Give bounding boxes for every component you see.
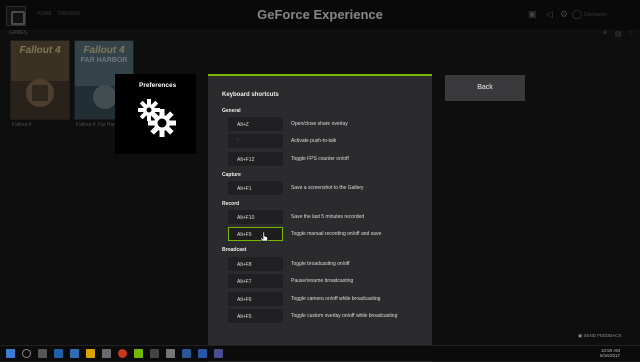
word-icon[interactable] [198, 349, 207, 358]
app-icon[interactable] [214, 349, 223, 358]
shortcut-key-field[interactable]: Alt+F10 [228, 210, 283, 224]
start-icon[interactable] [6, 349, 15, 358]
section-general: General [222, 108, 241, 114]
chrome-icon[interactable] [118, 349, 127, 358]
store-icon[interactable] [182, 349, 191, 358]
steam-icon[interactable] [54, 349, 63, 358]
geforce-taskbar-icon[interactable] [134, 349, 143, 358]
preferences-panel: Preferences [115, 74, 196, 154]
windows-taskbar: 10:50 AM 8/16/2017 [0, 345, 640, 361]
shortcut-key-field-active[interactable]: Alt+F9 [228, 227, 283, 241]
back-button[interactable]: Back [445, 75, 525, 101]
app-icon[interactable] [150, 349, 159, 358]
shortcut-key-field[interactable]: Alt+Z [228, 117, 283, 131]
shortcut-action: Toggle custom overlay on/off while broad… [291, 313, 398, 319]
shortcut-key-field[interactable]: Alt+F8 [228, 257, 283, 271]
folder-icon[interactable] [86, 349, 95, 358]
shortcut-action: Save the last 5 minutes recorded [291, 214, 365, 220]
hand-cursor-icon [260, 232, 268, 242]
preferences-title: Preferences [139, 82, 177, 89]
shortcut-key-field[interactable]: Alt+F5 [228, 309, 283, 323]
shortcut-key-field[interactable]: Alt+F1 [228, 181, 283, 195]
gears-icon [138, 99, 176, 137]
tray-date: 8/16/2017 [600, 353, 621, 358]
shortcut-key-field[interactable]: ` [228, 134, 283, 148]
keyboard-shortcuts-panel: Keyboard shortcuts General Alt+Z Open/cl… [208, 74, 432, 362]
tray-clock[interactable]: 10:50 AM 8/16/2017 [600, 348, 620, 358]
section-broadcast: Broadcast [222, 247, 247, 253]
shortcut-key-field[interactable]: Alt+F12 [228, 152, 283, 166]
calculator-icon[interactable] [166, 349, 175, 358]
shortcut-key-field[interactable]: Alt+F6 [228, 292, 283, 306]
shortcut-action: Save a screenshot to the Gallery [291, 185, 364, 191]
task-view-icon[interactable] [38, 349, 47, 358]
feedback-label: SEND FEEDBACK [583, 333, 622, 338]
shortcut-key-field[interactable]: Alt+F7 [228, 274, 283, 288]
shortcut-action: Toggle camera on/off while broadcasting [291, 296, 381, 302]
shortcut-action: Toggle broadcasting on/off [291, 261, 350, 267]
shortcut-action: Activate push-to-talk [291, 138, 337, 144]
edge-icon[interactable] [70, 349, 79, 358]
send-feedback-link[interactable]: ▣ SEND FEEDBACK [578, 333, 622, 339]
shortcut-action: Toggle manual recording on/off and save [291, 231, 382, 237]
shortcut-action: Pause/resume broadcasting [291, 278, 354, 284]
section-record: Record [222, 201, 240, 207]
shortcut-action: Open/close share overlay [291, 121, 348, 127]
shortcut-action: Toggle FPS counter on/off [291, 156, 349, 162]
app-icon[interactable] [102, 349, 111, 358]
panel-title: Keyboard shortcuts [222, 92, 279, 98]
search-icon[interactable] [22, 349, 31, 358]
section-capture: Capture [222, 172, 241, 178]
